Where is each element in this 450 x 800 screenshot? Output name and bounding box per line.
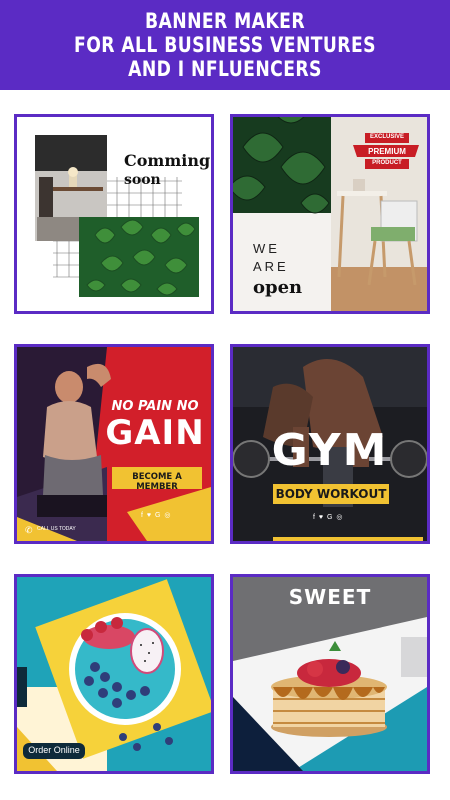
we-are-open-line-2: ARE [253, 259, 289, 274]
ribbon-text-premium: PREMIUM [368, 147, 406, 156]
call-us-label: CALL US TODAY [37, 526, 76, 532]
app-header: BANNER MAKER FOR ALL BUSINESS VENTURES A… [0, 0, 450, 90]
phone-icon: ✆ [25, 525, 33, 535]
template-card-order-online[interactable]: Order Online [14, 574, 214, 774]
no-pain-title-line-1: NO PAIN NO [111, 399, 199, 414]
no-pain-title-line-2: GAIN [105, 413, 205, 453]
ribbon-text-exclusive: EXCLUSIVE [369, 134, 404, 140]
header-title-line-1: BANNER MAKER [144, 9, 306, 33]
become-member-label: BECOME A MEMBER [132, 472, 182, 492]
template-card-coming-soon[interactable]: Comming soon [14, 114, 214, 314]
gym-title: GYM [271, 425, 389, 476]
coming-soon-title-line-1: Comming [124, 151, 211, 170]
we-are-open-line-1: WE [253, 241, 280, 256]
header-title-line-2: FOR ALL BUSINESS VENTURES [74, 33, 376, 57]
header-title-line-3: AND I NFLUENCERS [128, 57, 322, 81]
social-icons-row: f ♥ G ◎ [141, 512, 172, 519]
body-workout-label: BODY WORKOUT [275, 487, 387, 501]
order-online-button[interactable]: Order Online [23, 745, 85, 755]
sweet-title: SWEET [288, 585, 372, 609]
smoothie-bowl-artwork [17, 577, 211, 771]
coming-soon-artwork [17, 117, 211, 311]
template-card-gym[interactable]: GYM BODY WORKOUT f ♥ G ◎ [230, 344, 430, 544]
gym-social-icons-row: f ♥ G ◎ [313, 514, 344, 521]
ribbon-text-product: PRODUCT [372, 160, 402, 166]
template-card-no-pain-no-gain[interactable]: NO PAIN NO GAIN BECOME A MEMBER f ♥ G ◎ … [14, 344, 214, 544]
template-card-we-are-open[interactable]: EXCLUSIVE PREMIUM PRODUCT WE ARE open [230, 114, 430, 314]
template-card-sweet[interactable]: SWEET [230, 574, 430, 774]
coming-soon-title-line-2: soon [124, 172, 161, 188]
we-are-open-line-3: open [253, 277, 303, 298]
